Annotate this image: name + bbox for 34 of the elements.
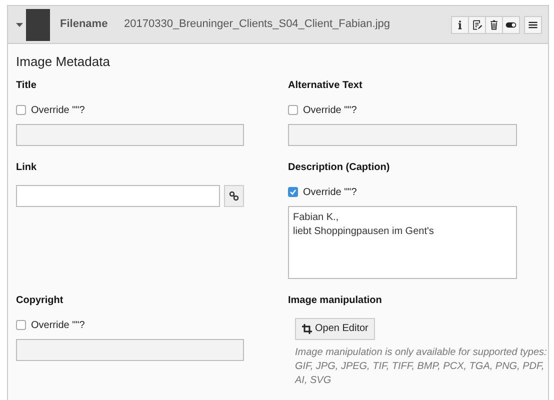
- checkbox-label: Override ""?: [31, 318, 85, 332]
- checkbox-label: Override ""?: [31, 104, 85, 118]
- menu-button[interactable]: [524, 16, 542, 34]
- field-label: Filename: [60, 17, 109, 32]
- checkbox[interactable]: [16, 105, 26, 115]
- trash-button[interactable]: [485, 16, 503, 34]
- field-label: Alternative Text: [288, 78, 364, 92]
- trash-icon: [488, 18, 500, 30]
- open-editor-button[interactable]: Open Editor: [295, 318, 376, 340]
- info-button[interactable]: [451, 16, 469, 34]
- field-label: Link: [16, 160, 38, 174]
- text-area[interactable]: Fabian K., liebt Shoppingpausen im Gent's: [288, 206, 517, 278]
- checkbox[interactable]: [16, 320, 26, 330]
- link-icon: [229, 190, 239, 200]
- photo-placeholder: [26, 8, 50, 40]
- field-label: Title: [16, 78, 38, 92]
- crop-icon: [302, 324, 312, 334]
- caret-icon[interactable]: [16, 22, 23, 26]
- field-label: Image manipulation: [288, 294, 383, 308]
- link-button[interactable]: [224, 184, 244, 206]
- field-label: Description (Caption): [288, 160, 391, 174]
- help-text: Image manipulation is only available for supported types:: [295, 346, 547, 360]
- help-text: GIF, JPG, JPEG, TIF, TIFF, BMP, PCX, TGA, PNG, PDF, AI, SVG: [295, 360, 546, 388]
- toggle-button[interactable]: [502, 16, 520, 34]
- checkbox-label: Override ""?: [303, 104, 357, 118]
- edit-icon: [471, 18, 483, 30]
- input-field[interactable]: [16, 184, 220, 206]
- checkbox[interactable]: [288, 105, 298, 115]
- section-title: Image Metadata: [16, 53, 111, 71]
- edit-button[interactable]: [468, 16, 486, 34]
- field-label: Copyright: [16, 294, 64, 308]
- checkbox-label: Override ""?: [303, 186, 357, 200]
- checkbox[interactable]: [288, 187, 298, 197]
- filename-text: 20170330_Breuninger_Clients_S04_Client_Fabian.jpg: [124, 17, 392, 32]
